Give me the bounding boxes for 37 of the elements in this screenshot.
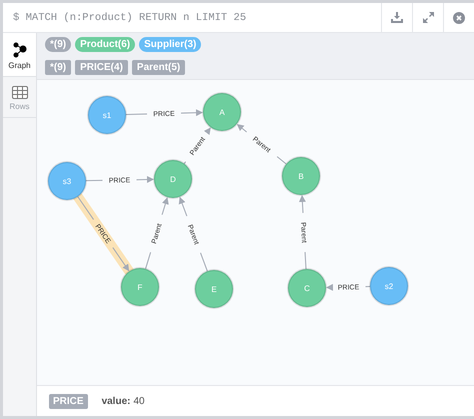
edge-arrow[interactable] xyxy=(126,109,203,116)
relationship-tag[interactable]: PRICE(4) xyxy=(75,60,128,75)
graph-node[interactable] xyxy=(202,92,242,132)
relationship-tag[interactable]: *(9) xyxy=(45,60,72,75)
graph-node[interactable] xyxy=(287,268,327,308)
graph-node[interactable] xyxy=(281,156,321,196)
graph-node[interactable] xyxy=(120,267,160,307)
edge-arrow[interactable] xyxy=(184,127,211,164)
graph-icon xyxy=(12,42,26,58)
node-caption: C xyxy=(304,284,310,293)
node-label-tag[interactable]: Product(6) xyxy=(75,37,136,52)
expand-icon xyxy=(422,12,434,23)
node-caption: B xyxy=(298,172,304,181)
node-caption: D xyxy=(170,175,176,184)
view-tab[interactable]: Graph xyxy=(3,33,36,77)
property-text: value: 40 xyxy=(102,396,145,406)
node-caption: s2 xyxy=(384,282,394,291)
node-caption: s1 xyxy=(102,111,112,120)
graph-node[interactable] xyxy=(369,266,409,306)
relationship-tag[interactable]: Parent(5) xyxy=(132,60,186,75)
node-label-tag[interactable]: *(9) xyxy=(45,37,72,52)
node-caption: s3 xyxy=(62,177,72,186)
table-icon xyxy=(12,86,28,99)
download-icon xyxy=(391,12,403,23)
edge-arrow[interactable] xyxy=(86,176,154,183)
node-caption: F xyxy=(138,283,142,292)
graph-node[interactable] xyxy=(87,95,127,135)
edge-arrow[interactable] xyxy=(298,194,306,270)
query-text: $ MATCH (n:Product) RETURN n LIMIT 25 xyxy=(13,12,246,24)
relationship-tag: PRICE xyxy=(49,394,88,408)
graph-node[interactable] xyxy=(153,159,193,199)
close-icon xyxy=(453,12,465,24)
node-label-tag[interactable]: Supplier(3) xyxy=(139,37,202,52)
node-caption: E xyxy=(211,285,217,294)
graph-node[interactable] xyxy=(47,161,87,201)
node-caption: A xyxy=(219,108,225,117)
graph-node[interactable] xyxy=(194,269,234,309)
